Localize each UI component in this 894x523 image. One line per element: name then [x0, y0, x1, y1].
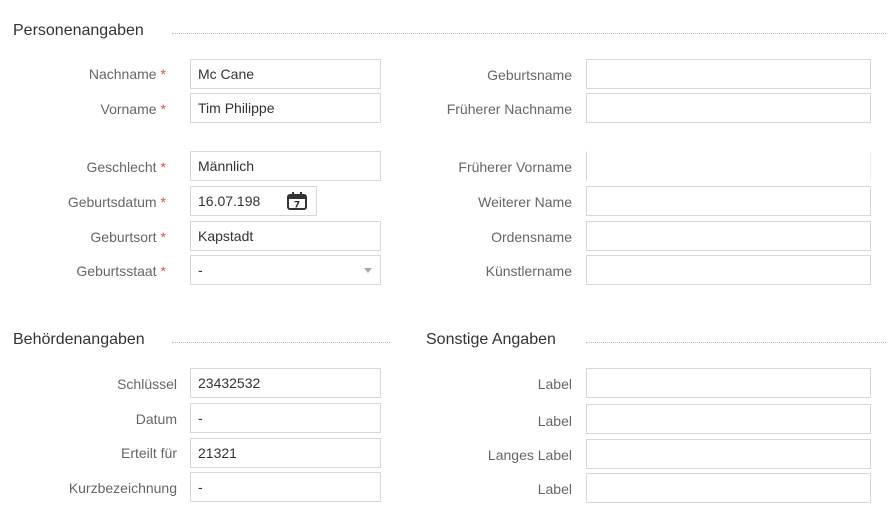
- label-geburtsdatum: Geburtsdatum *: [67, 194, 166, 210]
- geburtsstaat-select[interactable]: -: [190, 255, 381, 285]
- label-geburtsname: Geburtsname: [487, 67, 572, 83]
- geburtsort-field[interactable]: Kapstadt: [190, 221, 381, 251]
- kuenstlername-field[interactable]: [586, 255, 871, 285]
- required-marker: *: [160, 263, 166, 279]
- other-field-3[interactable]: [586, 439, 871, 469]
- geburtsdatum-value: 16.07.198: [198, 193, 261, 209]
- label-geburtsort: Geburtsort *: [90, 229, 166, 245]
- section-divider: [172, 33, 886, 34]
- label-geschlecht: Geschlecht *: [86, 159, 167, 175]
- frueherer-vorname-field[interactable]: [586, 151, 871, 181]
- required-marker: *: [160, 229, 166, 245]
- required-marker: *: [160, 159, 166, 175]
- label-geburtsstaat: Geburtsstaat *: [76, 263, 166, 279]
- section-divider: [586, 342, 886, 343]
- label-schluessel: Schlüssel: [117, 376, 177, 392]
- svg-text:7: 7: [294, 201, 300, 211]
- section-title-authority: Behördenangaben: [13, 331, 145, 348]
- label-other-2: Label: [537, 413, 572, 429]
- label-other-3: Langes Label: [487, 447, 572, 463]
- schluessel-field[interactable]: 23432532: [190, 368, 381, 398]
- other-field-2[interactable]: [586, 404, 871, 434]
- erteilt-fuer-field[interactable]: 21321: [190, 438, 381, 468]
- label-other-1: Label: [537, 376, 572, 392]
- weiterer-name-field[interactable]: [586, 186, 871, 216]
- required-marker: *: [160, 194, 166, 210]
- datum-field[interactable]: -: [190, 403, 381, 433]
- label-other-4: Label: [537, 481, 572, 497]
- label-weiterer-name: Weiterer Name: [478, 194, 572, 210]
- label-kurzbezeichnung: Kurzbezeichnung: [68, 480, 177, 496]
- label-vorname: Vorname *: [100, 101, 167, 117]
- nachname-field[interactable]: Mc Cane: [190, 59, 381, 89]
- required-marker: *: [160, 101, 166, 117]
- other-field-1[interactable]: [586, 368, 871, 398]
- vorname-field[interactable]: Tim Philippe: [190, 93, 381, 123]
- label-kuenstlername: Künstlername: [485, 263, 572, 279]
- chevron-down-icon: [364, 268, 372, 273]
- label-nachname: Nachname *: [88, 66, 166, 82]
- other-field-4[interactable]: [586, 473, 871, 503]
- kurzbezeichnung-field[interactable]: -: [190, 472, 381, 502]
- label-datum: Datum: [135, 411, 177, 427]
- geburtsdatum-field[interactable]: 16.07.198 7: [190, 186, 317, 216]
- label-frueherer-nachname: Früherer Nachname: [446, 101, 572, 117]
- geschlecht-field[interactable]: Männlich: [190, 151, 381, 181]
- frueherer-nachname-field[interactable]: [586, 93, 871, 123]
- section-title-other: Sonstige Angaben: [426, 331, 556, 348]
- label-erteilt-fuer: Erteilt für: [120, 445, 177, 461]
- calendar-icon[interactable]: 7: [287, 192, 307, 210]
- label-ordensname: Ordensname: [491, 229, 572, 245]
- section-divider: [172, 342, 390, 343]
- label-frueherer-vorname: Früherer Vorname: [458, 159, 572, 175]
- ordensname-field[interactable]: [586, 221, 871, 251]
- geburtsname-field[interactable]: [586, 59, 871, 89]
- section-title-personal: Personenangaben: [13, 22, 144, 39]
- required-marker: *: [160, 66, 166, 82]
- geburtsstaat-value: -: [198, 262, 203, 278]
